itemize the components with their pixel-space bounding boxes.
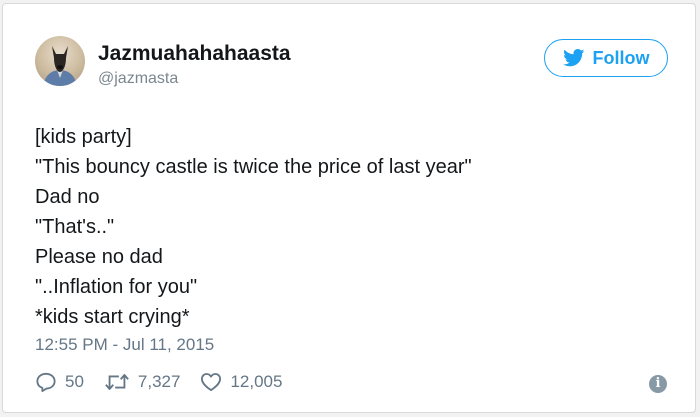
tweet-actions: 50 7,327 12,005	[35, 372, 302, 392]
retweet-button[interactable]: 7,327	[104, 372, 181, 392]
like-button[interactable]: 12,005	[200, 372, 282, 392]
tweet-line: "That's.."	[35, 216, 115, 238]
reply-button[interactable]: 50	[35, 372, 84, 392]
user-handle[interactable]: @jazmasta	[98, 70, 178, 88]
tweet-line: Please no dad	[35, 246, 163, 268]
tweet-card: Jazmuahahahaasta @jazmasta Follow [kids …	[2, 3, 696, 413]
info-icon[interactable]: i	[649, 375, 667, 393]
reply-count: 50	[65, 372, 84, 391]
display-name[interactable]: Jazmuahahahaasta	[98, 42, 291, 66]
tweet-line: *kids start crying*	[35, 306, 190, 328]
tweet-line: Dad no	[35, 186, 100, 208]
dog-avatar-image	[43, 46, 77, 86]
follow-button-label: Follow	[592, 47, 650, 68]
like-count: 12,005	[230, 372, 283, 391]
tweet-line: [kids party]	[35, 126, 132, 148]
retweet-count: 7,327	[137, 372, 181, 391]
tweet-line: "..Inflation for you"	[35, 276, 198, 298]
reply-icon	[36, 372, 56, 392]
tweet-timestamp[interactable]: 12:55 PM - Jul 11, 2015	[35, 335, 214, 355]
avatar[interactable]	[35, 36, 85, 86]
tweet-text: [kids party] "This bouncy castle is twic…	[35, 122, 472, 332]
bird-icon	[562, 49, 584, 67]
tweet-line: "This bouncy castle is twice the price o…	[35, 156, 472, 178]
heart-icon	[201, 373, 222, 392]
retweet-icon	[105, 374, 129, 390]
follow-button[interactable]: Follow	[544, 39, 668, 77]
